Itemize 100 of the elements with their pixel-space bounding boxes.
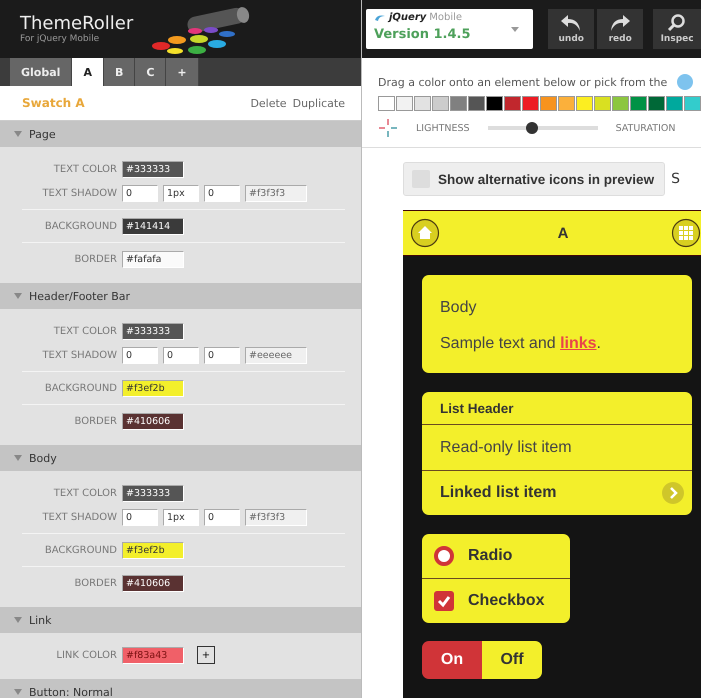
version-dropdown[interactable]: jQuery Mobile Version 1.4.5 [366, 9, 534, 49]
field-label: BACKGROUND [44, 382, 117, 394]
list-item: Read-only list item [422, 425, 692, 471]
preview-title: A [558, 224, 568, 242]
list-header: List Header [422, 392, 692, 425]
color-swatch[interactable] [684, 96, 701, 111]
color-swatch[interactable] [576, 96, 593, 111]
field-label: TEXT COLOR [52, 488, 117, 498]
color-swatch[interactable] [468, 96, 485, 111]
sample-text: Sample text and links. [440, 335, 602, 353]
color-swatch[interactable] [612, 96, 629, 111]
swatch-tab[interactable]: + [166, 58, 199, 86]
section-header[interactable]: Header/Footer Bar [0, 283, 361, 309]
section-title: Body [29, 452, 57, 464]
field-label: BACKGROUND [44, 220, 117, 232]
swatch-tab[interactable]: A [72, 58, 104, 86]
field-label: BACKGROUND [44, 544, 117, 556]
product-name: Mobile [429, 12, 462, 23]
color-swatch[interactable] [540, 96, 557, 111]
section-header[interactable]: Body [0, 445, 361, 471]
field-label: BORDER [74, 416, 117, 426]
color-field[interactable]: #f3ef2b [122, 542, 184, 558]
input-field[interactable]: 0 [163, 346, 199, 364]
input-field[interactable]: 0 [204, 184, 240, 202]
section-header[interactable]: Page [0, 121, 361, 147]
list-item[interactable]: Linked list item [422, 471, 692, 515]
input-field[interactable]: 0 [122, 346, 158, 364]
alt-icons-checkbox[interactable]: Show alternative icons in preview [403, 162, 666, 196]
input-field[interactable]: 0 [204, 346, 240, 364]
color-field[interactable]: #fafafa [122, 250, 184, 268]
field-label: TEXT COLOR [52, 164, 117, 174]
toggle-option[interactable]: Off [482, 641, 542, 679]
swatch-action-link[interactable]: Delete [250, 96, 287, 110]
color-field[interactable]: #f3f3f3 [245, 184, 307, 202]
color-field[interactable]: #333333 [122, 484, 184, 502]
color-field[interactable]: #f3f3f3 [245, 508, 307, 526]
color-field[interactable]: #410606 [122, 412, 184, 430]
color-field[interactable]: #410606 [122, 574, 184, 592]
color-field[interactable]: #f3ef2b [122, 380, 184, 396]
radio-button[interactable]: Radio [422, 534, 570, 578]
undo-icon [560, 14, 582, 32]
input-field[interactable]: 1px [163, 184, 199, 202]
swatch-tab[interactable]: Global [10, 58, 72, 86]
caret-icon [511, 27, 520, 32]
color-swatch[interactable] [666, 96, 683, 111]
color-swatch[interactable] [414, 96, 431, 111]
swatch-tab[interactable]: C [135, 58, 166, 86]
lightness-label: LIGHTNESS [416, 122, 470, 134]
field-label: LINK COLOR [55, 650, 117, 660]
grid-icon[interactable] [671, 218, 701, 248]
field-label: TEXT SHADOW [41, 350, 117, 360]
color-swatch[interactable] [594, 96, 611, 111]
app-title: ThemeRoller [20, 14, 134, 34]
body-title: Body [440, 299, 478, 317]
triangle-icon [14, 293, 22, 299]
section-header[interactable]: Link [0, 607, 361, 633]
color-swatch[interactable] [648, 96, 665, 111]
color-swatch[interactable] [486, 96, 503, 111]
color-swatch[interactable] [378, 96, 395, 111]
color-field[interactable]: #141414 [122, 218, 184, 234]
swatch-action-link[interactable]: Duplicate [292, 96, 345, 110]
color-swatch[interactable] [630, 96, 647, 111]
section-header[interactable]: Button: Normal [0, 679, 361, 698]
saturation-label: SATURATION [616, 122, 676, 134]
field-label: BORDER [74, 254, 117, 264]
toolbar-button[interactable]: redo [597, 9, 644, 49]
toggle-option[interactable]: On [422, 641, 482, 679]
swirl-icon [374, 14, 386, 22]
color-swatch[interactable] [432, 96, 449, 111]
color-field[interactable]: #333333 [122, 322, 184, 340]
toolbar-button[interactable]: Inspec [653, 9, 701, 49]
add-button[interactable]: + [197, 646, 215, 664]
slider-thumb[interactable] [526, 122, 538, 134]
color-swatch[interactable] [558, 96, 575, 111]
input-field[interactable]: 0 [204, 508, 240, 526]
chevron-right-icon [662, 482, 684, 504]
section-title: Page [29, 128, 56, 140]
color-swatch[interactable] [504, 96, 521, 111]
home-icon[interactable] [410, 218, 440, 248]
crosshair-icon[interactable] [378, 118, 398, 138]
swatch-tab[interactable]: B [104, 58, 136, 86]
triangle-icon [14, 455, 22, 461]
color-swatch[interactable] [396, 96, 413, 111]
field-label: TEXT SHADOW [41, 512, 117, 522]
color-field[interactable]: #eeeeee [245, 346, 307, 364]
field-label: TEXT SHADOW [41, 188, 117, 198]
color-field[interactable]: #333333 [122, 160, 184, 178]
input-field[interactable]: 1px [163, 508, 199, 526]
input-field[interactable]: 0 [122, 184, 158, 202]
toolbar-button[interactable]: undo [548, 9, 594, 49]
color-picker-icon[interactable] [677, 74, 694, 90]
checkbox-option[interactable]: Checkbox [422, 578, 570, 623]
input-field[interactable]: 0 [122, 508, 158, 526]
color-swatch[interactable] [450, 96, 467, 111]
palette-hint: Drag a color onto an element below or pick from the [378, 76, 668, 88]
swatch-title: Swatch A [22, 96, 85, 110]
option-label: S [671, 171, 680, 187]
color-swatch[interactable] [522, 96, 539, 111]
redo-icon [609, 14, 632, 32]
triangle-icon [14, 617, 22, 623]
